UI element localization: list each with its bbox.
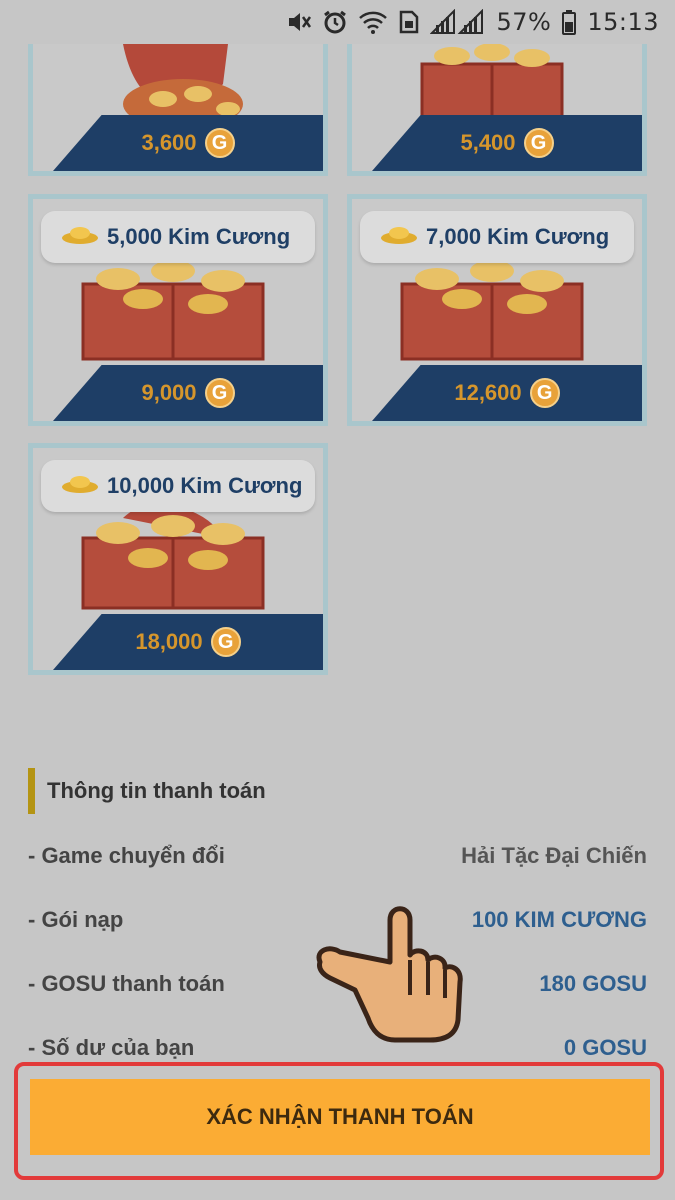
- info-row-game: - Game chuyển đổi Hải Tặc Đại Chiến: [28, 841, 647, 871]
- gosu-coin-icon: G: [204, 378, 235, 408]
- gold-ingot-icon: [61, 225, 99, 250]
- price-value: 3,600: [141, 130, 197, 155]
- package-card[interactable]: 5,000 Kim Cương 9,000 G: [28, 194, 328, 426]
- payment-info-heading: Thông tin thanh toán: [28, 768, 266, 814]
- payment-info-title: Thông tin thanh toán: [47, 778, 266, 803]
- info-value: Hải Tặc Đại Chiến: [461, 843, 647, 868]
- confirm-payment-button[interactable]: XÁC NHẬN THANH TOÁN: [30, 1079, 650, 1155]
- price-value: 18,000: [135, 629, 203, 654]
- package-label-pill: 10,000 Kim Cương: [41, 460, 315, 512]
- confirm-highlight-frame: XÁC NHẬN THANH TOÁN: [14, 1062, 664, 1180]
- wifi-icon: [358, 9, 388, 35]
- gold-ingot-icon: [61, 474, 99, 499]
- battery-percent: 57%: [496, 8, 552, 36]
- package-label: 5,000 Kim Cương: [107, 224, 291, 249]
- gold-ingot-icon: [380, 225, 418, 250]
- gosu-coin-icon: G: [529, 378, 560, 408]
- alarm-icon: [322, 9, 348, 35]
- info-label: - Gói nạp: [28, 907, 124, 932]
- package-label: 10,000 Kim Cương: [107, 473, 303, 498]
- price-value: 9,000: [141, 380, 197, 405]
- sim-icon: [398, 9, 420, 35]
- heading-accent-bar: [28, 768, 35, 814]
- info-label: - GOSU thanh toán: [28, 971, 225, 996]
- clock-time: 15:13: [587, 8, 659, 36]
- signal-icon: [430, 9, 486, 35]
- package-card[interactable]: 7,000 Kim Cương 12,600 G: [347, 194, 647, 426]
- status-bar: 57% 15:13: [0, 0, 675, 44]
- package-label: 7,000 Kim Cương: [426, 224, 610, 249]
- package-card[interactable]: 10,000 Kim Cương 18,000 G: [28, 443, 328, 675]
- info-value: 100 KIM CƯƠNG: [471, 907, 647, 932]
- pointing-hand-icon: [316, 906, 463, 1043]
- price-value: 5,400: [460, 130, 516, 155]
- package-card[interactable]: 3,600 G: [28, 44, 328, 176]
- info-value: 0 GOSU: [563, 1035, 647, 1060]
- package-label-pill: 5,000 Kim Cương: [41, 211, 315, 263]
- price-value: 12,600: [454, 380, 522, 405]
- info-value: 180 GOSU: [539, 971, 647, 996]
- package-label-pill: 7,000 Kim Cương: [360, 211, 634, 263]
- package-card[interactable]: 5,400 G: [347, 44, 647, 176]
- gosu-coin-icon: G: [523, 128, 554, 158]
- battery-icon: [561, 9, 577, 35]
- mute-icon: [286, 9, 312, 35]
- gosu-coin-icon: G: [210, 627, 241, 657]
- info-label: - Số dư của bạn: [28, 1035, 195, 1060]
- info-label: - Game chuyển đổi: [28, 843, 225, 868]
- gosu-coin-icon: G: [204, 128, 235, 158]
